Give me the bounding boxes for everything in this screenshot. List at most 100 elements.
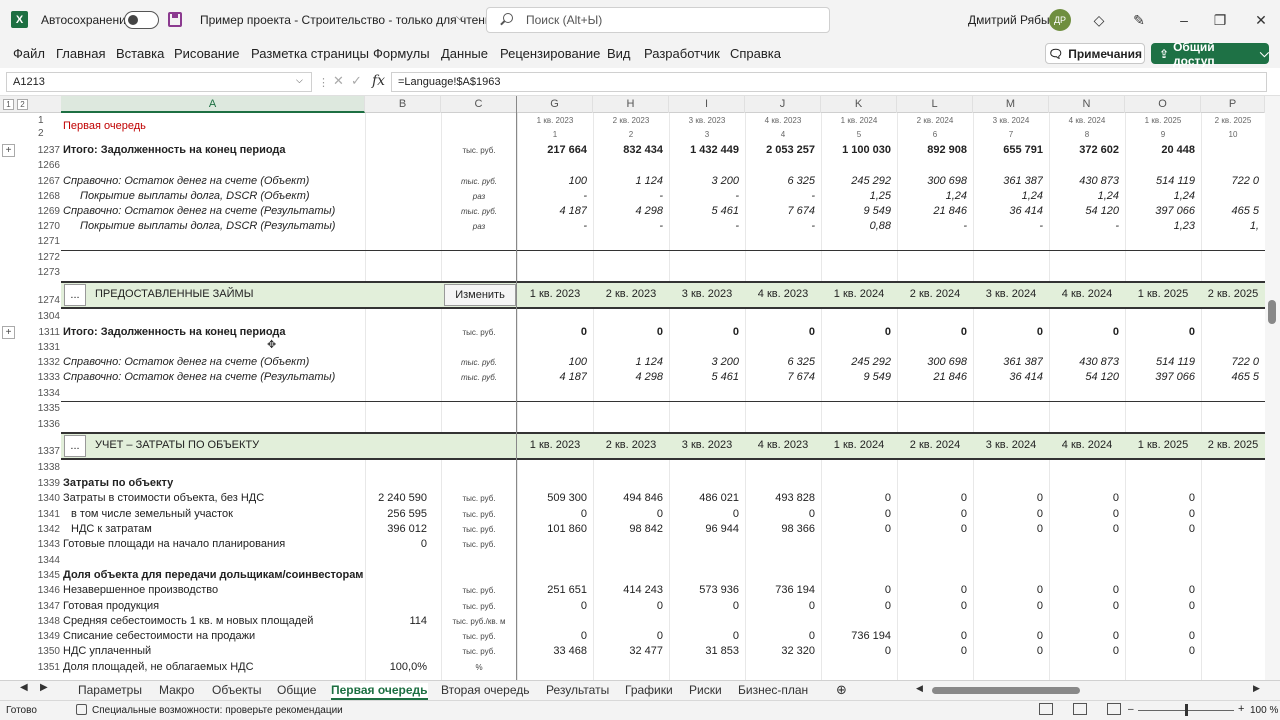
tab-scroll-left-icon[interactable]: ◀: [20, 682, 28, 693]
cell-value[interactable]: 0: [745, 600, 815, 612]
cell-value[interactable]: 1 124: [593, 175, 663, 187]
cell-value[interactable]: 465 5: [1201, 205, 1259, 217]
cell-value[interactable]: 1 124: [593, 356, 663, 368]
menu-review[interactable]: Рецензирование: [500, 46, 600, 61]
column-header-o[interactable]: O: [1125, 96, 1201, 113]
cell-value[interactable]: 0: [973, 326, 1043, 338]
cell-value[interactable]: 0: [897, 492, 967, 504]
column-header-k[interactable]: K: [821, 96, 897, 113]
cell-value[interactable]: 0: [897, 508, 967, 520]
column-header-h[interactable]: H: [593, 96, 669, 113]
cell-value[interactable]: 31 853: [669, 645, 739, 657]
cell-value[interactable]: -: [593, 190, 663, 202]
pen-icon[interactable]: ✎: [1130, 11, 1148, 29]
sheet-tab[interactable]: Первая очередь: [331, 683, 428, 700]
cell-value[interactable]: 1,25: [821, 190, 891, 202]
menu-developer[interactable]: Разработчик: [644, 46, 720, 61]
cell-value[interactable]: 1,: [1201, 220, 1259, 232]
cell-value[interactable]: 430 873: [1049, 175, 1119, 187]
cell-value[interactable]: 0: [1049, 630, 1119, 642]
document-title[interactable]: Пример проекта - Строительство - только …: [200, 13, 498, 27]
cell-value[interactable]: 2 053 257: [745, 144, 815, 156]
column-header-m[interactable]: M: [973, 96, 1049, 113]
menu-view[interactable]: Вид: [607, 46, 631, 61]
cell-value[interactable]: 397 066: [1125, 205, 1195, 217]
cell-value[interactable]: 36 414: [973, 205, 1043, 217]
cell-value[interactable]: 0: [1049, 645, 1119, 657]
cell-value[interactable]: 9 549: [821, 371, 891, 383]
column-header-b[interactable]: B: [365, 96, 441, 113]
page-break-view-icon[interactable]: [1107, 703, 1121, 715]
menu-draw[interactable]: Рисование: [174, 46, 239, 61]
cell-value[interactable]: 1 100 030: [821, 144, 891, 156]
cell-value[interactable]: 514 119: [1125, 175, 1195, 187]
cell-value[interactable]: 1,24: [973, 190, 1043, 202]
outline-level-1[interactable]: 1: [3, 99, 14, 110]
cell-value[interactable]: 0: [821, 508, 891, 520]
cell-value[interactable]: 0: [973, 645, 1043, 657]
cell-value[interactable]: 245 292: [821, 356, 891, 368]
cell-value[interactable]: 361 387: [973, 175, 1043, 187]
cell-value[interactable]: 5 461: [669, 205, 739, 217]
cell-value[interactable]: -: [517, 190, 587, 202]
cell-value[interactable]: 0: [745, 326, 815, 338]
cell-value[interactable]: 0: [1049, 508, 1119, 520]
zoom-level[interactable]: 100 %: [1250, 705, 1278, 716]
cell-value[interactable]: 54 120: [1049, 205, 1119, 217]
cell-value[interactable]: 6 325: [745, 356, 815, 368]
cell-value[interactable]: 100: [517, 175, 587, 187]
cell-value[interactable]: 0: [517, 508, 587, 520]
menu-insert[interactable]: Вставка: [116, 46, 164, 61]
chevron-down-icon[interactable]: ⌵: [456, 12, 464, 23]
column-header-j[interactable]: J: [745, 96, 821, 113]
column-header-i[interactable]: I: [669, 96, 745, 113]
sheet-tab[interactable]: Вторая очередь: [441, 683, 530, 697]
cell-value[interactable]: 0: [669, 600, 739, 612]
cell-value[interactable]: 0: [1049, 326, 1119, 338]
page-layout-view-icon[interactable]: [1073, 703, 1087, 715]
diamond-icon[interactable]: ◇: [1090, 11, 1108, 29]
cell-value[interactable]: 0: [973, 600, 1043, 612]
cell-value[interactable]: 0: [897, 326, 967, 338]
cell-value[interactable]: 414 243: [593, 584, 663, 596]
cell-value[interactable]: 4 298: [593, 205, 663, 217]
formula-input[interactable]: =Language!$A$1963: [391, 72, 1267, 92]
cell-value[interactable]: 20 448: [1125, 144, 1195, 156]
sheet-tab[interactable]: Объекты: [212, 683, 262, 697]
cell-value[interactable]: 0: [821, 492, 891, 504]
cell-value[interactable]: 892 908: [897, 144, 967, 156]
cell-value[interactable]: 494 846: [593, 492, 663, 504]
cell-value[interactable]: 573 936: [669, 584, 739, 596]
cell-value[interactable]: 245 292: [821, 175, 891, 187]
change-button[interactable]: Изменить: [444, 284, 516, 306]
cell-value[interactable]: 509 300: [517, 492, 587, 504]
cell-value[interactable]: 0: [593, 630, 663, 642]
cell-value[interactable]: -: [593, 220, 663, 232]
cell-value[interactable]: 36 414: [973, 371, 1043, 383]
cell-value[interactable]: 0: [1125, 645, 1195, 657]
cell-value[interactable]: 397 066: [1125, 371, 1195, 383]
sheet-tab[interactable]: Параметры: [78, 683, 142, 697]
close-icon[interactable]: ✕: [1252, 11, 1270, 29]
cell-value[interactable]: 7 674: [745, 371, 815, 383]
cell-value[interactable]: 722 0: [1201, 356, 1259, 368]
cell-value[interactable]: 0: [1125, 492, 1195, 504]
cell-value[interactable]: 21 846: [897, 205, 967, 217]
normal-view-icon[interactable]: [1039, 703, 1053, 715]
cell-value[interactable]: 1,23: [1125, 220, 1195, 232]
cell-value[interactable]: 33 468: [517, 645, 587, 657]
cell-value[interactable]: -: [1049, 220, 1119, 232]
outline-level-2[interactable]: 2: [17, 99, 28, 110]
cell-value[interactable]: 101 860: [517, 523, 587, 535]
cell-value[interactable]: 0: [593, 508, 663, 520]
cell-value[interactable]: 0: [821, 326, 891, 338]
cell-value[interactable]: 0: [821, 600, 891, 612]
cell-value[interactable]: 0: [973, 630, 1043, 642]
cell-value[interactable]: 4 298: [593, 371, 663, 383]
sheet-tab[interactable]: Риски: [689, 683, 722, 697]
cell-value[interactable]: 0: [669, 326, 739, 338]
column-header-l[interactable]: L: [897, 96, 973, 113]
cell-value[interactable]: 0: [517, 630, 587, 642]
cell-value[interactable]: 0: [1125, 523, 1195, 535]
horizontal-scroll-thumb[interactable]: [932, 687, 1080, 694]
